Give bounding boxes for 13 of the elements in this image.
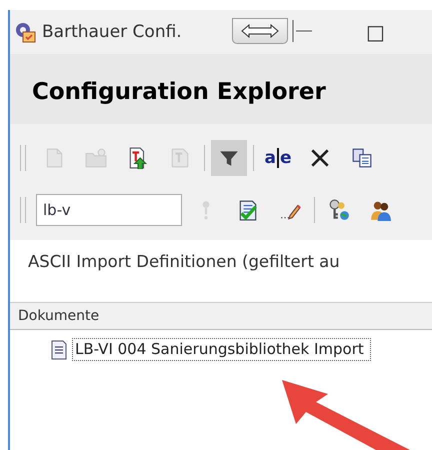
resize-cursor-icon: [232, 18, 288, 44]
window-title: Barthauer Confi.: [42, 22, 182, 42]
maximize-button[interactable]: □: [366, 20, 385, 44]
gear-window-icon: [14, 21, 36, 43]
minimize-icon[interactable]: [292, 18, 314, 44]
column-header[interactable]: Dokumente: [10, 302, 432, 330]
document-icon: [50, 340, 68, 360]
search-field[interactable]: lb-v: [36, 194, 182, 226]
document-item[interactable]: LB-VI 004 Sanierungsbibliothek Import: [72, 338, 371, 361]
filter-button[interactable]: [211, 140, 247, 176]
panel-title: Configuration Explorer: [32, 79, 326, 105]
section-title: ASCII Import Definitionen (gefiltert au: [27, 251, 341, 273]
rename-button[interactable]: a e: [260, 140, 296, 176]
